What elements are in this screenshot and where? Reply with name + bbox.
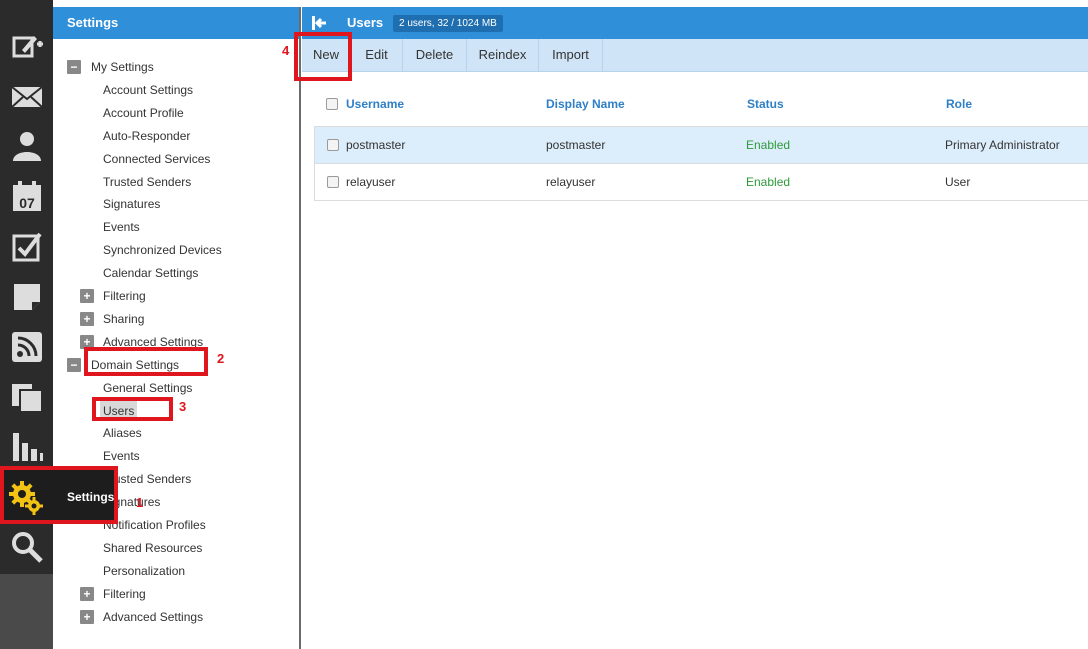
tree-item-events[interactable]: Events bbox=[103, 446, 140, 466]
expand-toggle-advanced-settings[interactable]: + bbox=[80, 610, 94, 624]
import-button[interactable]: Import bbox=[539, 39, 603, 72]
tree-item-account-settings[interactable]: Account Settings bbox=[103, 80, 193, 100]
files-icon[interactable] bbox=[0, 372, 53, 422]
cell-role: User bbox=[945, 175, 971, 189]
tree-item-notification-profiles[interactable]: Notification Profiles bbox=[103, 515, 206, 535]
expand-toggle-filtering[interactable]: + bbox=[80, 289, 94, 303]
users-toolbar: New Edit Delete Reindex Import bbox=[302, 39, 1088, 72]
reindex-button[interactable]: Reindex bbox=[467, 39, 539, 72]
column-header-status[interactable]: Status bbox=[747, 85, 784, 123]
search-icon[interactable] bbox=[0, 522, 53, 572]
calendar-icon[interactable]: 07 bbox=[0, 171, 53, 221]
annotation-box-1 bbox=[0, 466, 118, 524]
edit-button[interactable]: Edit bbox=[351, 39, 403, 72]
tree-item-account-profile[interactable]: Account Profile bbox=[103, 103, 184, 123]
annotation-number-4: 4 bbox=[282, 43, 290, 58]
annotation-number-1: 1 bbox=[136, 495, 144, 510]
tasks-icon[interactable] bbox=[0, 222, 53, 272]
table-row[interactable]: relayuser relayuser Enabled User bbox=[314, 164, 1088, 201]
tree-item-signatures[interactable]: Signatures bbox=[103, 194, 160, 214]
tree-item-filtering[interactable]: Filtering bbox=[103, 286, 146, 306]
cell-display-name: relayuser bbox=[546, 175, 596, 189]
main-header: Users 2 users, 32 / 1024 MB bbox=[302, 7, 1088, 39]
page-title: Users bbox=[347, 15, 384, 30]
column-header-username[interactable]: Username bbox=[346, 85, 404, 123]
expand-toggle-filtering[interactable]: + bbox=[80, 587, 94, 601]
column-header-display-name[interactable]: Display Name bbox=[546, 85, 625, 123]
tree-item-sharing[interactable]: Sharing bbox=[103, 309, 144, 329]
row-checkbox[interactable] bbox=[327, 176, 339, 188]
tree-item-trusted-senders[interactable]: Trusted Senders bbox=[103, 172, 191, 192]
annotation-number-2: 2 bbox=[217, 351, 225, 366]
tree-item-connected-services[interactable]: Connected Services bbox=[103, 149, 210, 169]
annotation-number-3: 3 bbox=[179, 399, 187, 414]
svg-text:07: 07 bbox=[19, 195, 35, 211]
tree-item-events[interactable]: Events bbox=[103, 217, 140, 237]
rss-icon[interactable] bbox=[0, 322, 53, 372]
mail-icon[interactable] bbox=[0, 72, 53, 122]
users-main-pane: Users 2 users, 32 / 1024 MB New Edit Del… bbox=[302, 7, 1088, 649]
row-checkbox[interactable] bbox=[327, 139, 339, 151]
rail-footer bbox=[0, 574, 53, 649]
annotation-box-3 bbox=[92, 397, 173, 421]
nav-panel-title: Settings bbox=[53, 7, 299, 39]
reports-icon[interactable] bbox=[0, 421, 53, 471]
cell-username: postmaster bbox=[346, 138, 406, 152]
tree-item-personalization[interactable]: Personalization bbox=[103, 561, 185, 581]
cell-display-name: postmaster bbox=[546, 138, 606, 152]
cell-role: Primary Administrator bbox=[945, 138, 1060, 152]
tree-item-general-settings[interactable]: General Settings bbox=[103, 378, 192, 398]
app-icon-rail: 07 bbox=[0, 0, 53, 649]
annotation-box-2 bbox=[84, 347, 208, 376]
cell-username: relayuser bbox=[346, 175, 396, 189]
collapse-toggle-my-settings[interactable]: − bbox=[67, 60, 81, 74]
notes-icon[interactable] bbox=[0, 272, 53, 322]
cell-status: Enabled bbox=[746, 175, 791, 189]
tree-item-aliases[interactable]: Aliases bbox=[103, 423, 142, 443]
table-row[interactable]: postmaster postmaster Enabled Primary Ad… bbox=[314, 127, 1088, 164]
tree-item-filtering[interactable]: Filtering bbox=[103, 584, 146, 604]
delete-button[interactable]: Delete bbox=[403, 39, 467, 72]
contacts-icon[interactable] bbox=[0, 121, 53, 171]
tree-group-my-settings[interactable]: My Settings bbox=[91, 57, 154, 77]
tree-item-calendar-settings[interactable]: Calendar Settings bbox=[103, 263, 198, 283]
collapse-panel-icon[interactable] bbox=[310, 14, 328, 32]
column-header-role[interactable]: Role bbox=[946, 85, 972, 123]
collapse-toggle-domain-settings[interactable]: − bbox=[67, 358, 81, 372]
tree-item-shared-resources[interactable]: Shared Resources bbox=[103, 538, 202, 558]
tree-item-synchronized-devices[interactable]: Synchronized Devices bbox=[103, 240, 222, 260]
annotation-box-4 bbox=[294, 32, 352, 81]
cell-status: Enabled bbox=[746, 138, 791, 152]
expand-toggle-sharing[interactable]: + bbox=[80, 312, 94, 326]
grid-header: Username Display Name Status Role bbox=[314, 85, 1088, 127]
users-grid: Username Display Name Status Role postma… bbox=[314, 85, 1088, 201]
tree-item-advanced-settings[interactable]: Advanced Settings bbox=[103, 607, 203, 627]
compose-icon[interactable] bbox=[0, 22, 53, 72]
settings-nav-panel: Settings − My Settings Account Settings Acc… bbox=[53, 7, 301, 649]
tree-item-auto-responder[interactable]: Auto-Responder bbox=[103, 126, 190, 146]
user-count-badge: 2 users, 32 / 1024 MB bbox=[393, 15, 503, 32]
select-all-checkbox[interactable] bbox=[326, 98, 338, 110]
